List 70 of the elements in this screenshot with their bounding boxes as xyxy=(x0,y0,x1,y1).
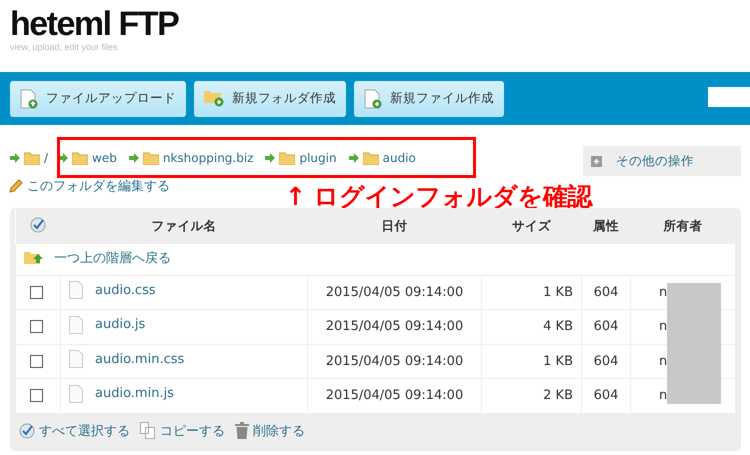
owner-cell: n xyxy=(659,284,668,300)
folder-icon xyxy=(279,152,296,164)
other-actions-button[interactable]: その他の操作 xyxy=(583,146,741,176)
file-icon xyxy=(69,316,83,334)
file-name-link[interactable]: audio.min.js xyxy=(95,386,174,402)
date-cell: 2015/04/05 09:14:00 xyxy=(326,354,464,369)
footer-action-link[interactable]: 削除する xyxy=(253,422,305,440)
owner-cell: n xyxy=(659,354,668,369)
copy-icon xyxy=(140,422,156,439)
mode-cell: 604 xyxy=(594,319,618,334)
column-header: 所有者 xyxy=(630,210,736,243)
edit-folder-link[interactable]: このフォルダを編集する xyxy=(27,176,170,194)
file-add-icon xyxy=(364,88,382,108)
folder-icon xyxy=(72,152,88,164)
size-cell: 4 KB xyxy=(543,319,573,334)
breadcrumb-link[interactable]: nkshopping.biz xyxy=(162,151,254,165)
toolbar-button[interactable]: ファイルアップロード xyxy=(10,80,186,116)
owner-cell: n xyxy=(659,319,668,334)
folder-up-icon xyxy=(24,251,44,265)
logo-title: heteml FTP xyxy=(10,6,180,42)
file-name-link[interactable]: audio.min.css xyxy=(95,352,184,367)
row-checkbox[interactable] xyxy=(30,286,43,299)
file-upload-icon xyxy=(20,88,38,108)
arrow-icon xyxy=(128,153,139,163)
check-icon xyxy=(19,422,35,438)
folder-icon xyxy=(142,152,159,164)
file-icon xyxy=(69,350,83,368)
folder-add-icon xyxy=(204,90,224,107)
file-name-link[interactable]: audio.css xyxy=(95,282,156,298)
date-cell: 2015/04/05 09:14:00 xyxy=(326,284,464,300)
row-checkbox[interactable] xyxy=(30,389,43,402)
column-header: サイズ xyxy=(482,210,582,243)
size-cell: 1 KB xyxy=(543,284,573,300)
date-cell: 2015/04/05 09:14:00 xyxy=(326,388,464,404)
mode-cell: 604 xyxy=(594,284,618,300)
logo-tagline: view, upload, edit your files xyxy=(10,42,119,52)
owner-cell: n xyxy=(659,388,668,404)
folder-icon xyxy=(24,152,40,164)
arrow-icon xyxy=(58,153,68,163)
size-cell: 1 KB xyxy=(543,354,573,369)
parent-folder-link[interactable]: 一つ上の階層へ戻る xyxy=(54,249,171,267)
pencil-icon xyxy=(8,178,24,194)
folder-icon xyxy=(362,152,379,164)
toolbar-button[interactable]: 新規ファイル作成 xyxy=(354,80,504,116)
file-icon xyxy=(69,281,83,300)
arrow-icon xyxy=(10,153,20,163)
input-field[interactable] xyxy=(708,87,750,107)
trash-icon xyxy=(235,422,249,439)
file-name-link[interactable]: audio.js xyxy=(95,317,146,332)
footer-action-link[interactable]: コピーする xyxy=(160,422,225,440)
date-cell: 2015/04/05 09:14:00 xyxy=(326,319,464,334)
column-header: ファイル名 xyxy=(60,210,308,243)
arrow-icon xyxy=(348,153,359,163)
arrow-icon xyxy=(265,153,276,163)
row-checkbox[interactable] xyxy=(30,320,43,334)
breadcrumb-link[interactable]: audio xyxy=(382,151,416,165)
file-icon xyxy=(69,384,83,403)
column-header: 属性 xyxy=(582,210,630,243)
mode-cell: 604 xyxy=(594,354,618,369)
footer-action-link[interactable]: すべて選択する xyxy=(39,422,130,440)
row-checkbox[interactable] xyxy=(30,354,43,368)
breadcrumb-link[interactable]: plugin xyxy=(299,151,337,165)
path-separator: / xyxy=(44,151,48,165)
plus-icon xyxy=(591,156,602,166)
toolbar-button[interactable]: 新規フォルダ作成 xyxy=(194,80,346,116)
size-cell: 2 KB xyxy=(543,388,573,404)
column-header: 日付 xyxy=(308,210,482,243)
check-icon xyxy=(30,216,46,233)
mode-cell: 604 xyxy=(594,388,618,404)
breadcrumb-link[interactable]: web xyxy=(92,151,117,165)
